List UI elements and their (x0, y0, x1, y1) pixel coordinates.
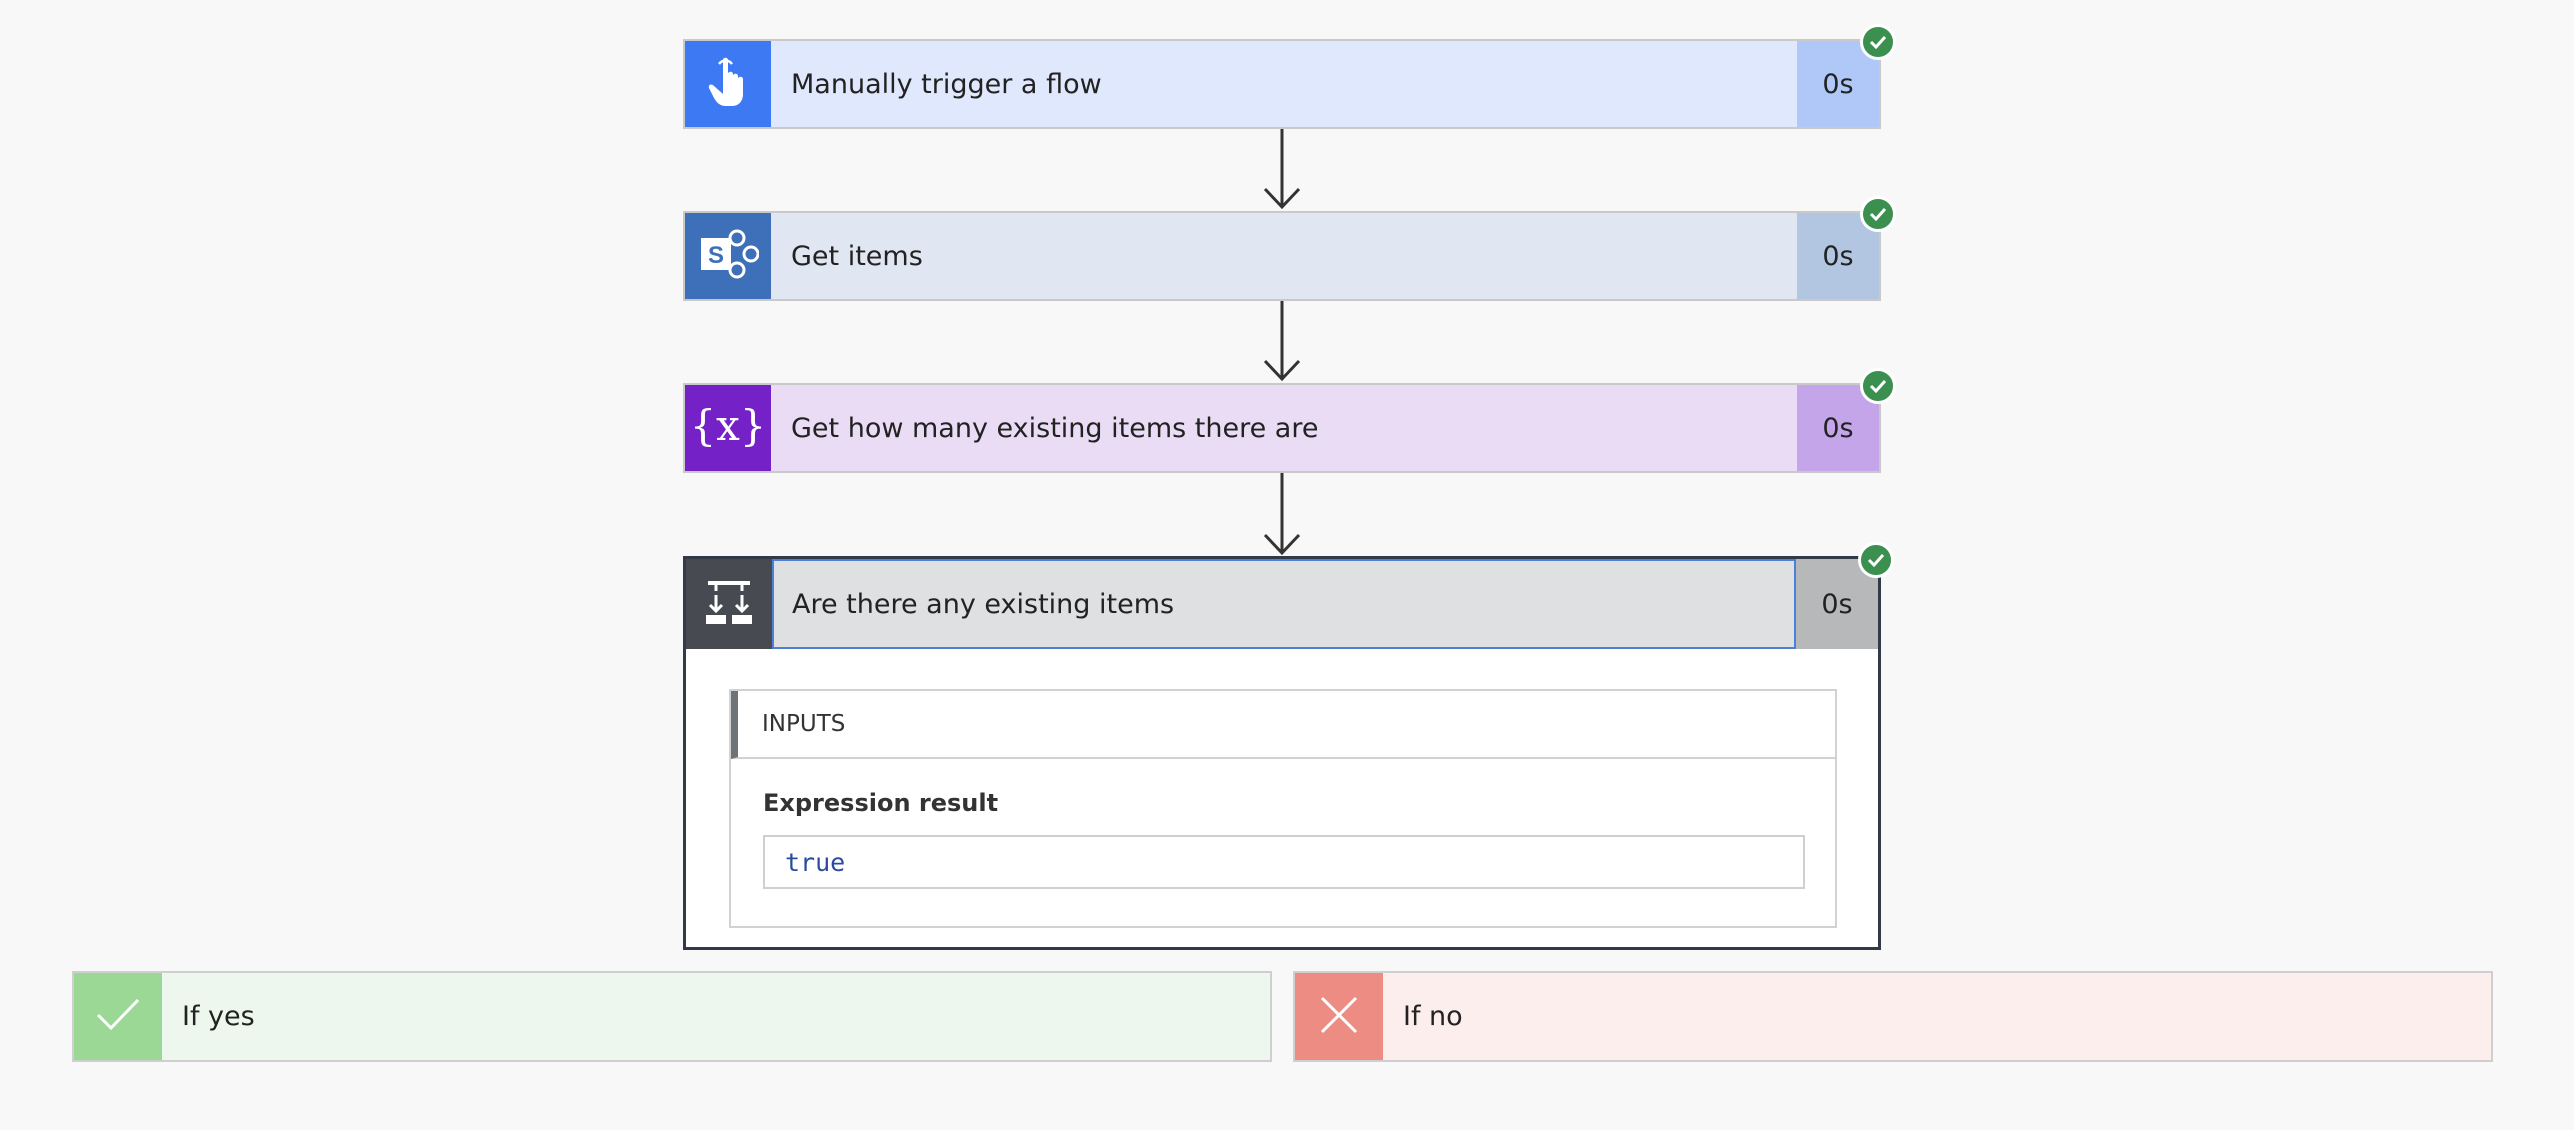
expression-result-label: Expression result (763, 789, 999, 817)
connector-arrow (1263, 129, 1301, 210)
expression-result-value[interactable]: true (763, 835, 1805, 889)
checkmark-icon (95, 997, 141, 1037)
connector-arrow (1263, 301, 1301, 382)
step-title: Get items (791, 240, 923, 272)
condition-icon (704, 577, 754, 631)
branch-label: If no (1403, 1001, 1463, 1032)
inputs-panel: INPUTS Expression result true (729, 689, 1837, 928)
variable-icon: {x} (689, 398, 766, 458)
step-title: Manually trigger a flow (791, 68, 1102, 100)
success-status-icon (1858, 542, 1894, 578)
branch-label: If yes (182, 1001, 255, 1032)
condition-title: Are there any existing items (772, 559, 1796, 649)
step-get-items[interactable]: S Get items 0s (683, 211, 1881, 301)
svg-text:S: S (708, 242, 724, 269)
step-icon-container (685, 41, 771, 127)
success-status-icon (1860, 24, 1896, 60)
branch-if-yes[interactable]: If yes (72, 971, 1272, 1062)
branch-icon-container (1295, 973, 1383, 1060)
hand-pointer-icon (706, 56, 750, 112)
svg-text:{x}: {x} (695, 401, 761, 450)
condition-icon-container (686, 559, 772, 649)
condition-card[interactable]: Are there any existing items 0s INPUTS E… (683, 556, 1881, 950)
branch-if-no[interactable]: If no (1293, 971, 2493, 1062)
step-icon-container: {x} (685, 385, 771, 471)
success-status-icon (1860, 196, 1896, 232)
step-manually-trigger-a-flow[interactable]: Manually trigger a flow 0s (683, 39, 1881, 129)
close-icon (1319, 995, 1359, 1039)
step-icon-container: S (685, 213, 771, 299)
sharepoint-icon: S (697, 229, 760, 283)
condition-header[interactable]: Are there any existing items 0s (686, 559, 1878, 649)
step-title: Get how many existing items there are (791, 412, 1319, 444)
inputs-heading: INPUTS (731, 691, 1835, 759)
branch-icon-container (74, 973, 162, 1060)
connector-arrow (1263, 473, 1301, 556)
step-get-how-many-existing-items[interactable]: {x} Get how many existing items there ar… (683, 383, 1881, 473)
success-status-icon (1860, 368, 1896, 404)
